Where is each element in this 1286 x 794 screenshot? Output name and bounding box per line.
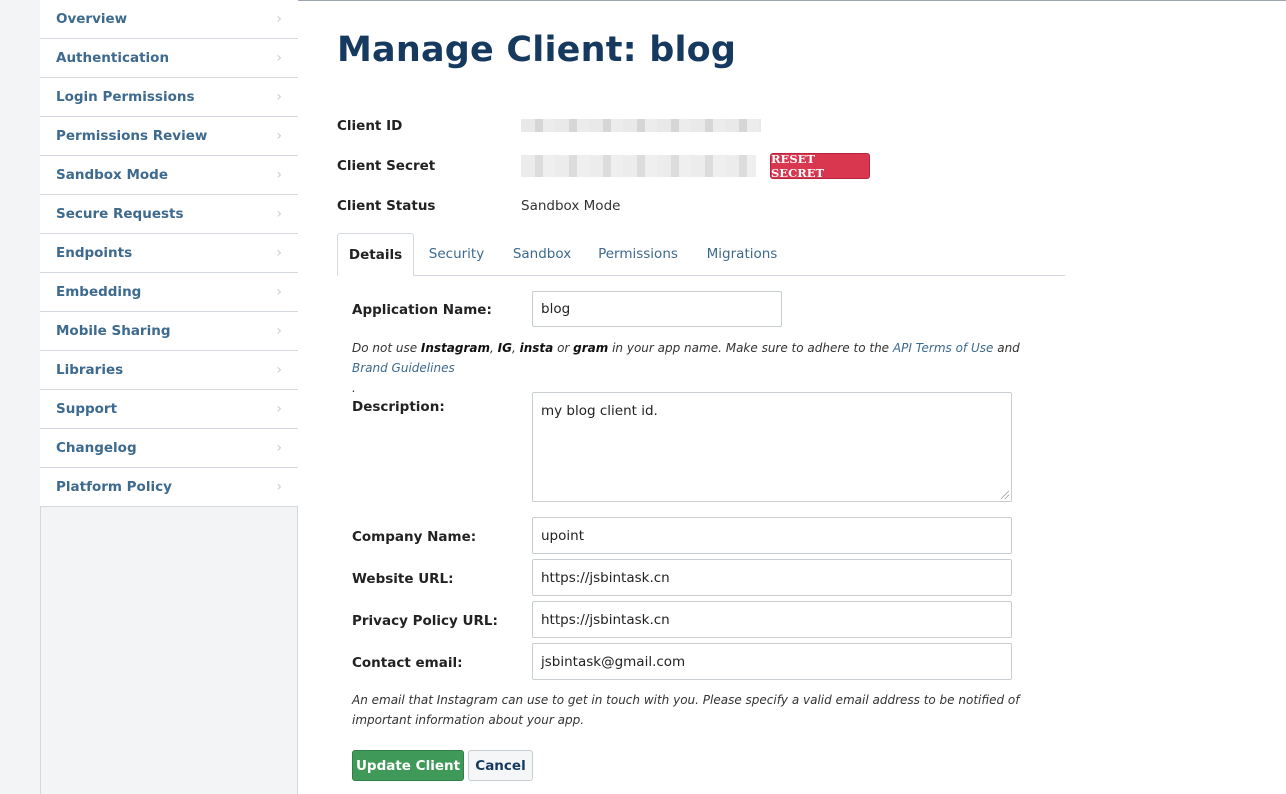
chevron-right-icon: ›	[276, 440, 282, 456]
website-url-input[interactable]: https://jsbintask.cn	[532, 559, 1012, 596]
privacy-policy-url-input[interactable]: https://jsbintask.cn	[532, 601, 1012, 638]
sidebar-item-label: Overview	[56, 11, 128, 27]
chevron-right-icon: ›	[276, 323, 282, 339]
client-status-label: Client Status	[337, 198, 436, 214]
contact-email-label: Contact email:	[352, 655, 463, 671]
sidebar-item-mobile-sharing[interactable]: Mobile Sharing ›	[40, 312, 298, 351]
reset-secret-button[interactable]: RESET SECRET	[770, 152, 870, 180]
application-name-input[interactable]: blog	[532, 291, 782, 327]
sidebar-item-authentication[interactable]: Authentication ›	[40, 39, 298, 78]
chevron-right-icon: ›	[276, 206, 282, 222]
tab-security[interactable]: Security	[419, 233, 494, 275]
cancel-button[interactable]: Cancel	[468, 750, 533, 781]
chevron-right-icon: ›	[276, 362, 282, 378]
chevron-right-icon: ›	[276, 245, 282, 261]
sidebar-item-platform-policy[interactable]: Platform Policy ›	[40, 468, 298, 507]
sidebar-item-label: Login Permissions	[56, 89, 195, 105]
resize-handle-icon[interactable]	[1001, 491, 1009, 499]
chevron-right-icon: ›	[276, 128, 282, 144]
sidebar-item-label: Libraries	[56, 362, 124, 378]
sidebar-item-overview[interactable]: Overview ›	[40, 0, 298, 39]
sidebar-nav: Overview › Authentication › Login Permission…	[40, 0, 298, 507]
client-status-value: Sandbox Mode	[521, 198, 621, 214]
sidebar-item-endpoints[interactable]: Endpoints ›	[40, 234, 298, 273]
application-name-label: Application Name:	[352, 302, 492, 318]
sidebar-item-label: Secure Requests	[56, 206, 184, 222]
sidebar-item-label: Changelog	[56, 440, 137, 456]
client-id-label: Client ID	[337, 118, 403, 134]
chevron-right-icon: ›	[276, 11, 282, 27]
sidebar-item-permissions-review[interactable]: Permissions Review ›	[40, 117, 298, 156]
sidebar-item-libraries[interactable]: Libraries ›	[40, 351, 298, 390]
sidebar-item-sandbox-mode[interactable]: Sandbox Mode ›	[40, 156, 298, 195]
tab-details[interactable]: Details	[337, 233, 414, 276]
chevron-right-icon: ›	[276, 284, 282, 300]
sidebar-item-secure-requests[interactable]: Secure Requests ›	[40, 195, 298, 234]
chevron-right-icon: ›	[276, 89, 282, 105]
api-terms-link[interactable]: API Terms of Use	[893, 341, 994, 355]
website-url-label: Website URL:	[352, 571, 454, 587]
sidebar-item-label: Endpoints	[56, 245, 133, 261]
privacy-policy-url-label: Privacy Policy URL:	[352, 613, 498, 629]
contact-email-input[interactable]: jsbintask@gmail.com	[532, 643, 1012, 680]
description-textarea[interactable]: my blog client id.	[532, 392, 1012, 502]
company-name-label: Company Name:	[352, 529, 477, 545]
sidebar-item-label: Mobile Sharing	[56, 323, 171, 339]
sidebar-item-embedding[interactable]: Embedding ›	[40, 273, 298, 312]
tab-permissions[interactable]: Permissions	[592, 233, 684, 275]
sidebar-item-label: Platform Policy	[56, 479, 172, 495]
tab-sandbox[interactable]: Sandbox	[502, 233, 582, 275]
application-name-help: Do not use Instagram, IG, insta or gram …	[352, 341, 1020, 395]
page-title: Manage Client: blog	[337, 30, 737, 70]
sidebar-item-label: Embedding	[56, 284, 142, 300]
tab-migrations[interactable]: Migrations	[697, 233, 787, 275]
update-client-button[interactable]: Update Client	[352, 750, 464, 781]
sidebar-item-label: Support	[56, 401, 118, 417]
chevron-right-icon: ›	[276, 401, 282, 417]
sidebar-item-login-permissions[interactable]: Login Permissions ›	[40, 78, 298, 117]
chevron-right-icon: ›	[276, 50, 282, 66]
description-text: my blog client id.	[541, 403, 658, 419]
client-secret-label: Client Secret	[337, 158, 436, 174]
client-secret-value-redacted	[521, 155, 756, 177]
contact-email-help: An email that Instagram can use to get i…	[352, 693, 1020, 727]
brand-guidelines-link[interactable]: Brand Guidelines	[352, 361, 455, 375]
client-id-value-redacted	[521, 119, 761, 132]
description-label: Description:	[352, 399, 445, 415]
sidebar-item-label: Authentication	[56, 50, 170, 66]
sidebar-item-label: Permissions Review	[56, 128, 208, 144]
chevron-right-icon: ›	[276, 479, 282, 495]
company-name-input[interactable]: upoint	[532, 517, 1012, 554]
sidebar-item-support[interactable]: Support ›	[40, 390, 298, 429]
tab-bar: Details Security Sandbox Permissions Mig…	[337, 233, 1065, 276]
chevron-right-icon: ›	[276, 167, 282, 183]
sidebar-item-changelog[interactable]: Changelog ›	[40, 429, 298, 468]
sidebar-item-label: Sandbox Mode	[56, 167, 168, 183]
